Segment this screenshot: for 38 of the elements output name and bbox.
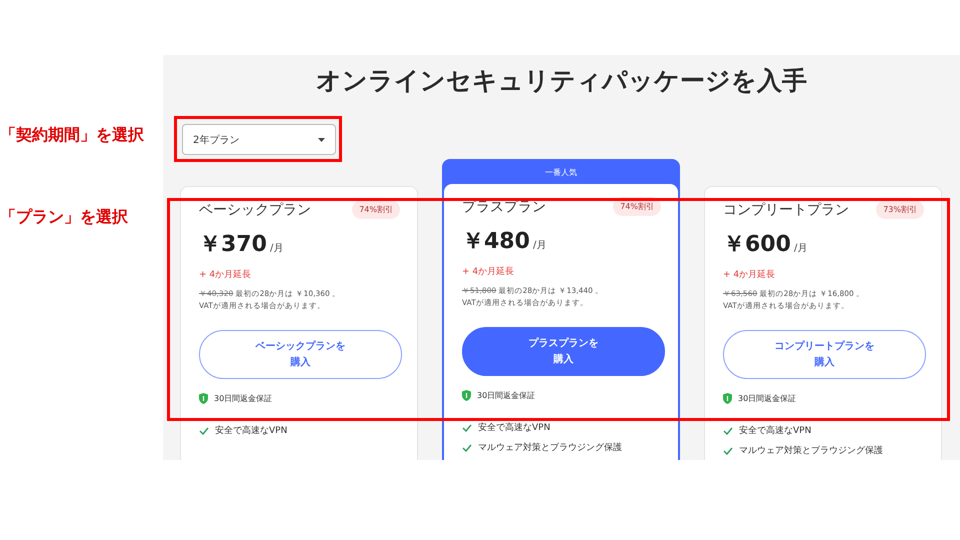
buy-button[interactable]: ベーシックプランを購入 [199,330,402,379]
price-unit: /月 [532,239,546,252]
annotation-text: 「プラン」を選択 [0,207,128,228]
feature-text: 安全で高速なVPN [215,424,288,437]
feature-text: マルウェア対策とブラウジング保護 [739,444,883,457]
annotation-text: 「契約期間」を選択 [0,125,144,146]
caret-icon [318,138,325,142]
buy-button[interactable]: プラスプランを購入 [462,327,665,376]
feature-text: 安全で高速なVPN [478,422,550,434]
buy-button[interactable]: コンプリートプランを購入 [723,330,926,379]
bonus-text: + 4か月延長 [723,268,776,281]
check-icon [462,444,472,452]
check-icon [199,426,209,434]
plan-price: ￥480 [462,228,530,256]
period-dropdown[interactable]: 2年プラン [182,124,336,155]
plan-name: ベーシックプラン [199,200,311,218]
plan-price: ￥600 [723,231,791,259]
discount-badge: 73%割引 [876,200,924,219]
shield-icon [462,390,471,401]
shield-icon [723,393,732,404]
guarantee-text: 30日間返金保証 [214,393,272,404]
guarantee-text: 30日間返金保証 [738,393,796,404]
discount-badge: 74%割引 [352,200,400,219]
shield-icon [199,393,208,404]
price-unit: /月 [270,242,284,255]
bonus-text: + 4か月延長 [462,266,516,278]
check-icon [723,426,733,434]
feature-text: 安全で高速なVPN [739,424,812,437]
price-unit: /月 [794,242,808,255]
check-icon [723,446,733,454]
popular-label: 一番人気 [544,167,578,179]
plan-name: コンプリートプラン [723,200,849,218]
page-heading: オンラインセキュリティパッケージを入手 [315,65,808,97]
plan-price: ￥370 [199,231,267,259]
bonus-text: + 4か月延長 [199,268,252,281]
feature-text: マルウェア対策とブラウジング保護 [478,442,622,454]
check-icon [462,424,472,432]
guarantee-text: 30日間返金保証 [477,390,536,401]
